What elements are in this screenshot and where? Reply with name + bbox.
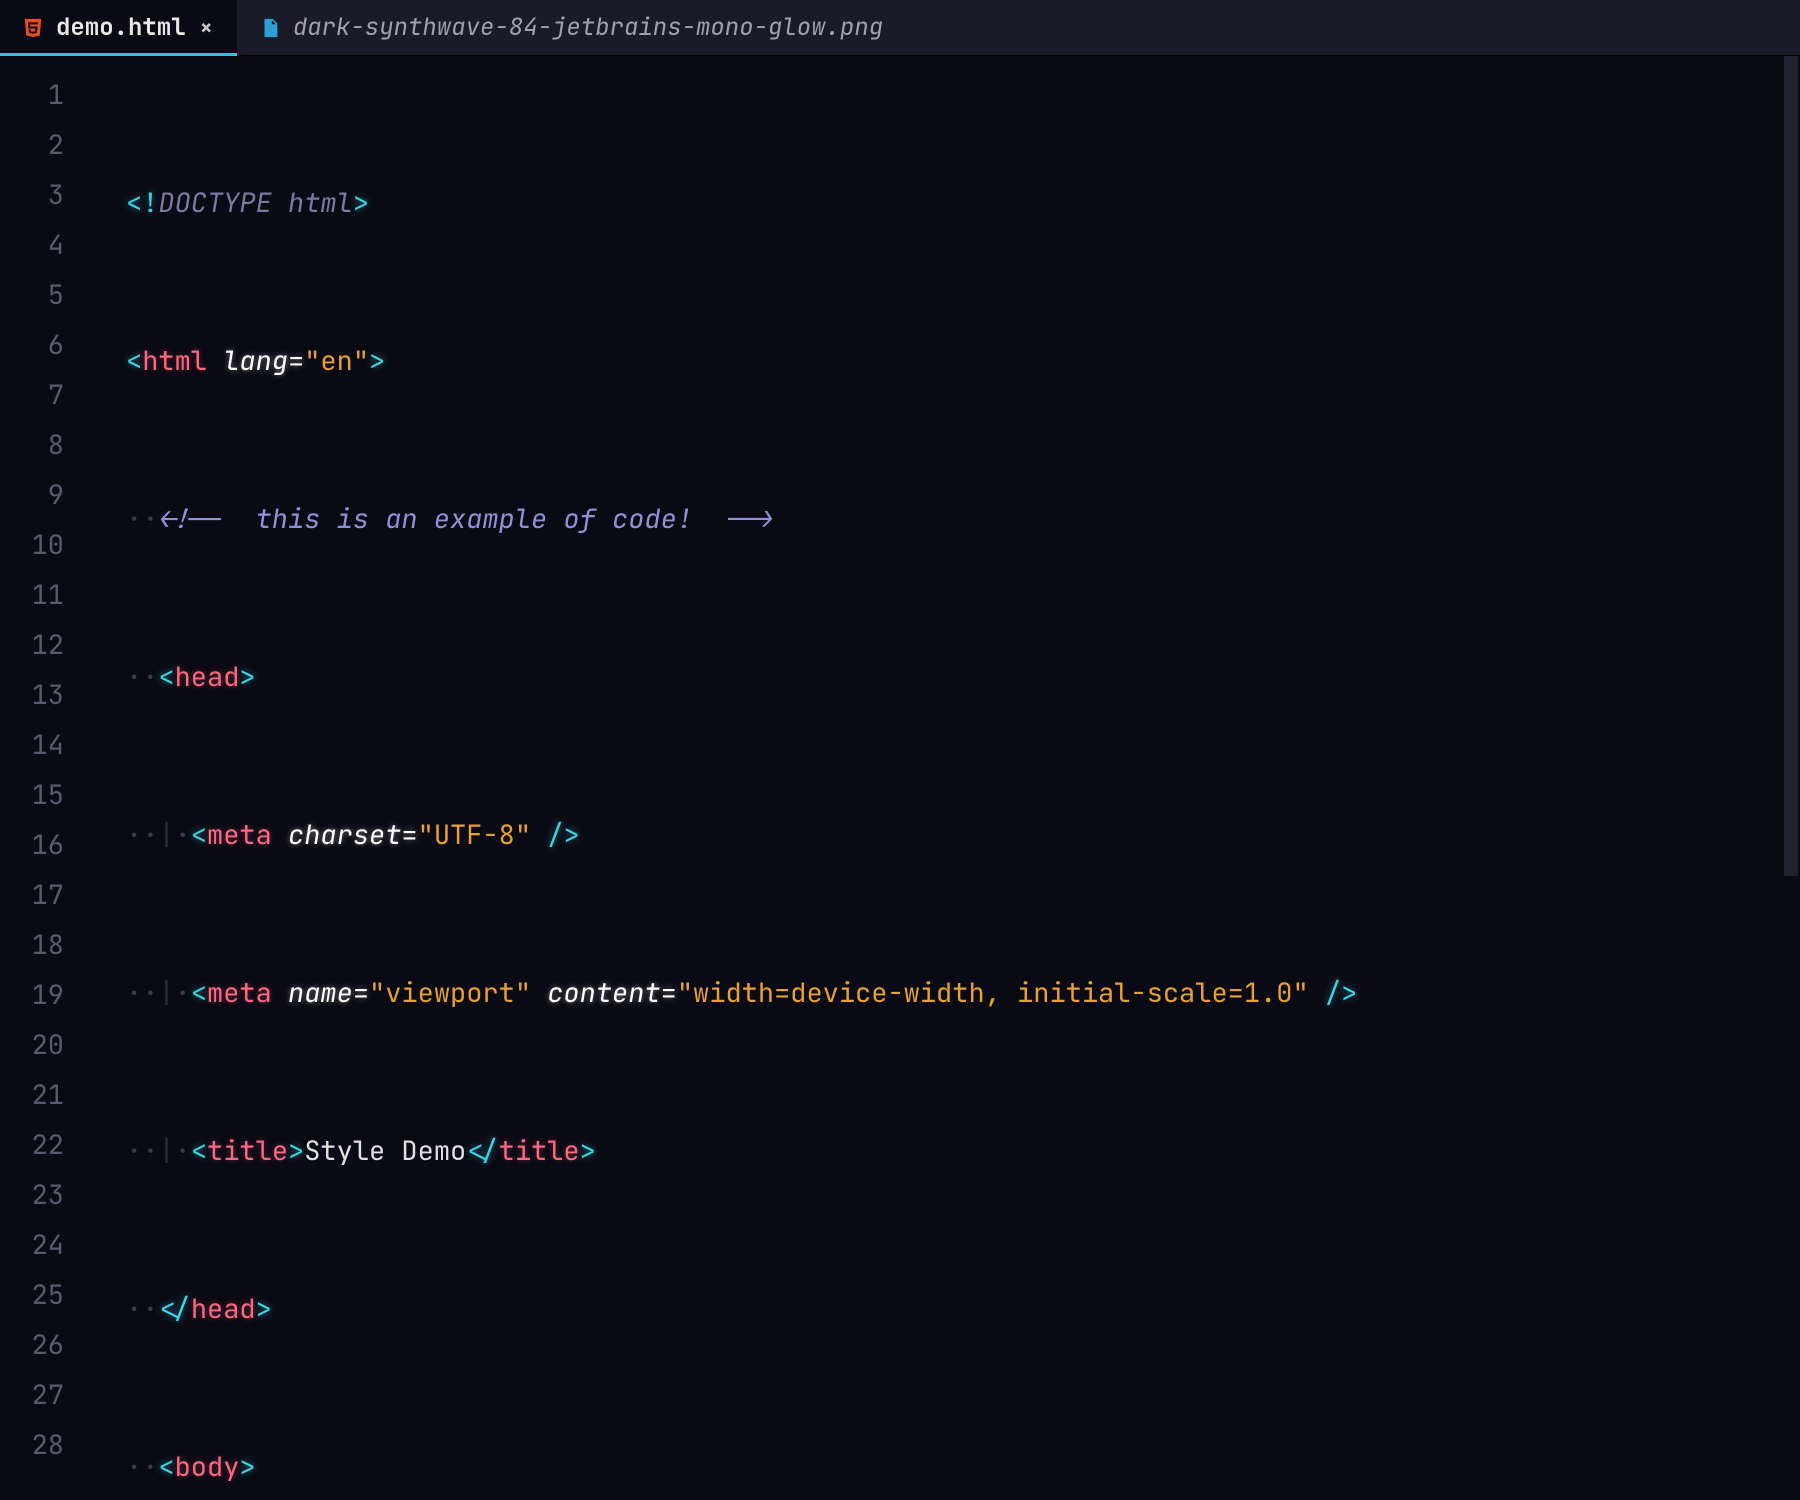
line-number: 15 [0, 770, 90, 820]
line-number: 17 [0, 870, 90, 920]
vertical-scrollbar[interactable] [1782, 56, 1800, 1500]
html5-icon [22, 17, 44, 39]
line-number: 14 [0, 720, 90, 770]
line-number: 12 [0, 620, 90, 670]
line-number: 6 [0, 320, 90, 370]
tab-image-file[interactable]: dark-synthwave-84-jetbrains-mono-glow.pn… [237, 0, 905, 55]
line-number: 27 [0, 1370, 90, 1420]
line-number: 5 [0, 270, 90, 320]
line-number: 18 [0, 920, 90, 970]
tab-label: demo.html [56, 12, 186, 43]
line-number: 22 [0, 1120, 90, 1170]
line-number: 16 [0, 820, 90, 870]
image-file-icon [259, 17, 281, 39]
line-number: 10 [0, 520, 90, 570]
line-number: 8 [0, 420, 90, 470]
code-area[interactable]: <!DOCTYPE html> <html lang="en"> ··<!-- … [90, 56, 1800, 1500]
tab-bar: demo.html × dark-synthwave-84-jetbrains-… [0, 0, 1800, 56]
line-number: 20 [0, 1020, 90, 1070]
line-number: 25 [0, 1270, 90, 1320]
code-line[interactable]: ··<head> [126, 652, 1800, 702]
line-number: 26 [0, 1320, 90, 1370]
code-line[interactable]: ··|·<meta charset="UTF-8" /> [126, 810, 1800, 860]
line-number: 24 [0, 1220, 90, 1270]
code-line[interactable]: <!DOCTYPE html> [126, 178, 1800, 228]
line-number: 9 [0, 470, 90, 520]
line-number: 23 [0, 1170, 90, 1220]
code-editor[interactable]: 1 2 3 4 5 6 7 8 9 10 11 12 13 14 15 16 1… [0, 56, 1800, 1500]
code-line[interactable]: ··|·<title>Style Demo</title> [126, 1126, 1800, 1176]
line-number: 21 [0, 1070, 90, 1120]
code-line[interactable]: <html lang="en"> [126, 336, 1800, 386]
tab-demo-html[interactable]: demo.html × [0, 0, 237, 55]
scrollbar-thumb[interactable] [1784, 56, 1798, 876]
code-line[interactable]: ··<!-- this is an example of code! --> [126, 494, 1800, 544]
code-line[interactable]: ··<body> [126, 1442, 1800, 1492]
tab-label: dark-synthwave-84-jetbrains-mono-glow.pn… [293, 12, 883, 43]
line-number: 19 [0, 970, 90, 1020]
close-icon[interactable]: × [198, 13, 215, 42]
line-number: 13 [0, 670, 90, 720]
line-number: 2 [0, 120, 90, 170]
line-number: 3 [0, 170, 90, 220]
line-number-gutter: 1 2 3 4 5 6 7 8 9 10 11 12 13 14 15 16 1… [0, 56, 90, 1500]
code-line[interactable]: ··|·<meta name="viewport" content="width… [126, 968, 1800, 1018]
line-number: 28 [0, 1420, 90, 1470]
line-number: 4 [0, 220, 90, 270]
line-number: 1 [0, 70, 90, 120]
code-line[interactable]: ··</head> [126, 1284, 1800, 1334]
line-number: 11 [0, 570, 90, 620]
line-number: 7 [0, 370, 90, 420]
